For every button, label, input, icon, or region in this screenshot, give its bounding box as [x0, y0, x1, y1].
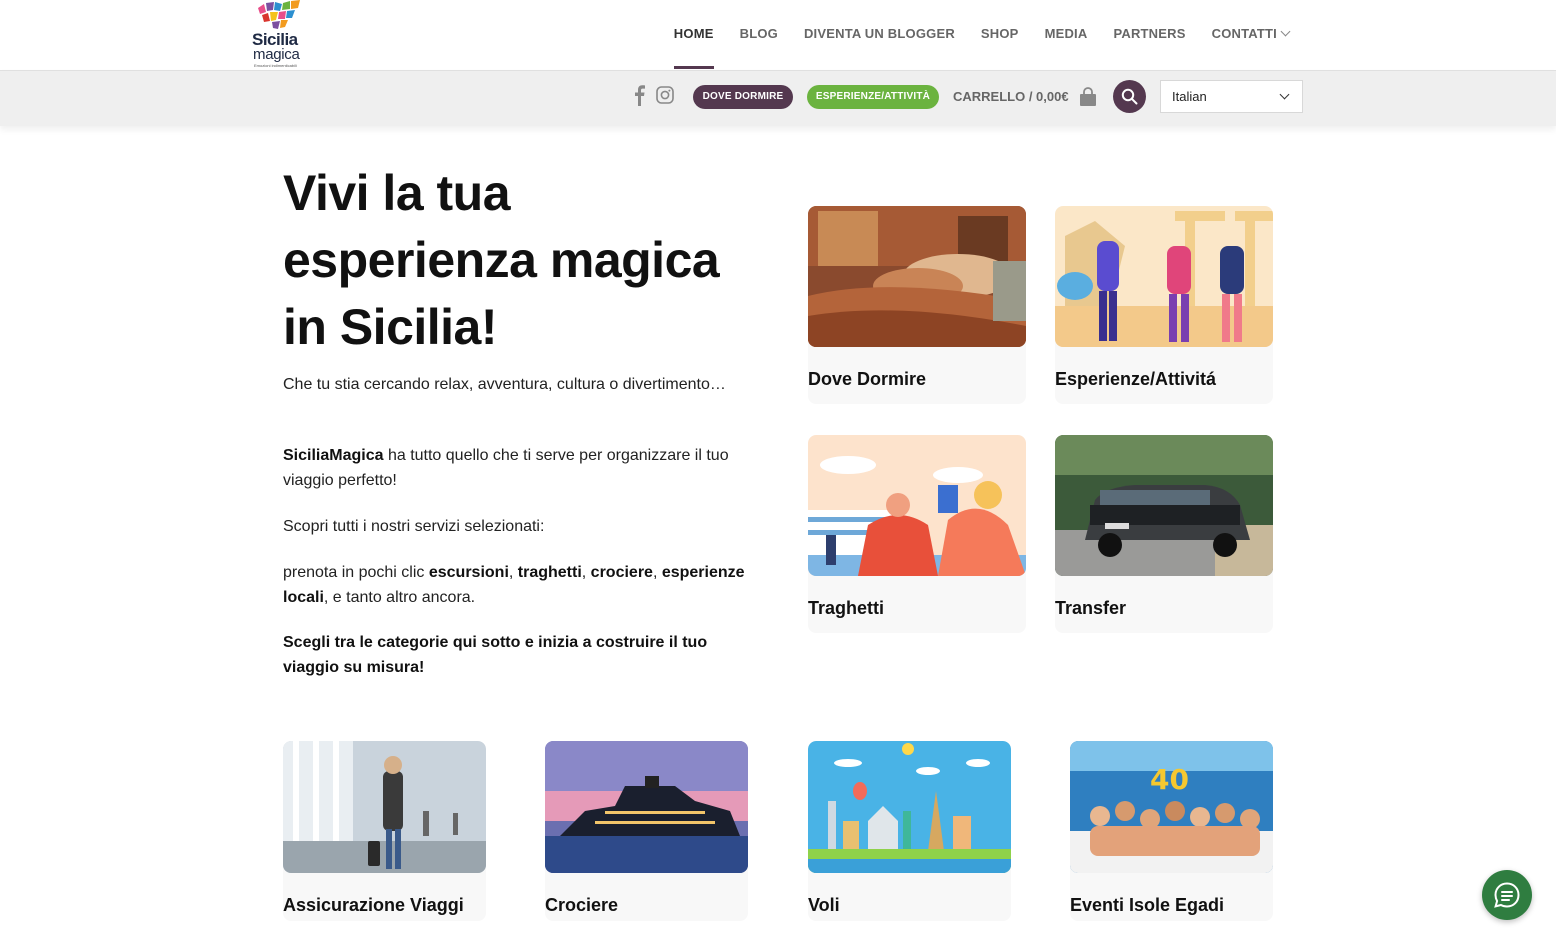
card-voli-image	[808, 741, 1011, 873]
chevron-down-icon	[1279, 89, 1290, 100]
card-esperienze-label: Esperienze/Attivitá	[1055, 369, 1217, 389]
nav-media-label: MEDIA	[1044, 26, 1088, 41]
p4-sep-3: ,	[652, 564, 662, 581]
svg-text:40: 40	[1150, 763, 1189, 796]
nav-partners[interactable]: PARTNERS	[1100, 0, 1198, 70]
card-crociere-label: Crociere	[545, 895, 619, 915]
hero-title: Vivi la tua esperienza magica in Sicilia…	[283, 165, 720, 355]
hero-paragraph-4: prenota in pochi clic escursioni, traghe…	[283, 560, 753, 610]
esperienze-attivita-button[interactable]: ESPERIENZE/ATTIVITÀ	[807, 85, 939, 109]
card-esperienze-attivita[interactable]: Esperienze/Attivitá	[1055, 206, 1273, 404]
search-icon	[1121, 88, 1138, 105]
nav-contatti-label: CONTATTI	[1211, 26, 1277, 41]
nav-media[interactable]: MEDIA	[1032, 0, 1101, 70]
logo-tagline: Emozioni indimenticabili	[254, 63, 297, 68]
shopping-bag-icon[interactable]	[1077, 86, 1099, 108]
hero-paragraph-3: Scopri tutti i nostri servizi selezionat…	[283, 518, 545, 535]
language-select[interactable]: Italian	[1160, 80, 1303, 113]
nav-shop[interactable]: SHOP	[968, 0, 1032, 70]
dove-dormire-button[interactable]: DOVE DORMIRE	[693, 85, 793, 109]
card-eventi-label: Eventi Isole Egadi	[1070, 895, 1225, 915]
nav-home[interactable]: HOME	[661, 0, 727, 70]
language-select-value: Italian	[1172, 89, 1207, 104]
chat-button[interactable]	[1482, 870, 1532, 920]
nav-diventa-blogger[interactable]: DIVENTA UN BLOGGER	[791, 0, 968, 70]
card-voli-label: Voli	[808, 895, 840, 915]
p4-sep-2: ,	[581, 564, 591, 581]
facebook-icon[interactable]	[632, 84, 646, 106]
nav-blog[interactable]: BLOG	[727, 0, 791, 70]
top-header: Sicilia magica Emozioni indimenticabili …	[0, 0, 1556, 70]
nav-shop-label: SHOP	[980, 26, 1019, 41]
logo-text-magica: magica	[253, 46, 300, 63]
card-crociere-image	[545, 741, 748, 873]
main-navigation: HOME BLOG DIVENTA UN BLOGGER SHOP MEDIA …	[661, 0, 1302, 70]
card-traghetti-image	[808, 435, 1026, 576]
hero-paragraph-5: Scegli tra le categorie qui sotto e iniz…	[283, 634, 708, 676]
nav-blog-label: BLOG	[739, 26, 778, 41]
site-logo[interactable]: Sicilia magica Emozioni indimenticabili	[252, 0, 308, 68]
card-voli[interactable]: Voli	[808, 741, 1011, 921]
card-traghetti-label: Traghetti	[808, 598, 885, 618]
p4-text-end: , e tanto altro ancora.	[323, 589, 476, 606]
hero-paragraph-2: SiciliaMagica ha tutto quello che ti ser…	[283, 443, 753, 493]
card-traghetti[interactable]: Traghetti	[808, 435, 1026, 633]
card-transfer-image	[1055, 435, 1273, 576]
nav-contatti[interactable]: CONTATTI	[1199, 0, 1302, 70]
brand-name-bold: SiciliaMagica	[283, 447, 384, 464]
card-esperienze-image	[1055, 206, 1273, 347]
card-transfer-label: Transfer	[1055, 598, 1127, 618]
card-eventi-image: 40	[1070, 741, 1273, 873]
cart-link[interactable]: CARRELLO / 0,00€	[953, 86, 1069, 108]
card-crociere[interactable]: Crociere	[545, 741, 748, 921]
card-eventi-isole-egadi[interactable]: 40 Eventi Isole Egadi	[1070, 741, 1273, 921]
card-transfer[interactable]: Transfer	[1055, 435, 1273, 633]
card-dove-dormire[interactable]: Dove Dormire	[808, 206, 1026, 404]
hero-paragraph-1: Che tu stia cercando relax, avventura, c…	[283, 376, 726, 393]
instagram-icon[interactable]	[656, 86, 674, 104]
search-button[interactable]	[1113, 80, 1146, 113]
card-dove-dormire-image	[808, 206, 1026, 347]
nav-home-label: HOME	[673, 26, 714, 41]
p4-traghetti: traghetti	[517, 564, 582, 581]
card-dove-dormire-label: Dove Dormire	[808, 369, 927, 389]
chevron-down-icon	[1280, 26, 1291, 37]
chat-bubble-icon	[1494, 882, 1520, 908]
nav-diventa-blogger-label: DIVENTA UN BLOGGER	[803, 26, 955, 41]
logo-mark-icon	[258, 0, 300, 29]
p4-crociere: crociere	[590, 564, 653, 581]
card-assicurazione-viaggi[interactable]: Assicurazione Viaggi	[283, 741, 486, 921]
p4-sep-1: ,	[508, 564, 518, 581]
nav-partners-label: PARTNERS	[1113, 26, 1186, 41]
p4-text-a: prenota in pochi clic	[283, 564, 429, 581]
p4-escursioni: escursioni	[428, 564, 509, 581]
card-assicurazione-label: Assicurazione Viaggi	[283, 895, 464, 915]
card-assicurazione-image	[283, 741, 486, 873]
